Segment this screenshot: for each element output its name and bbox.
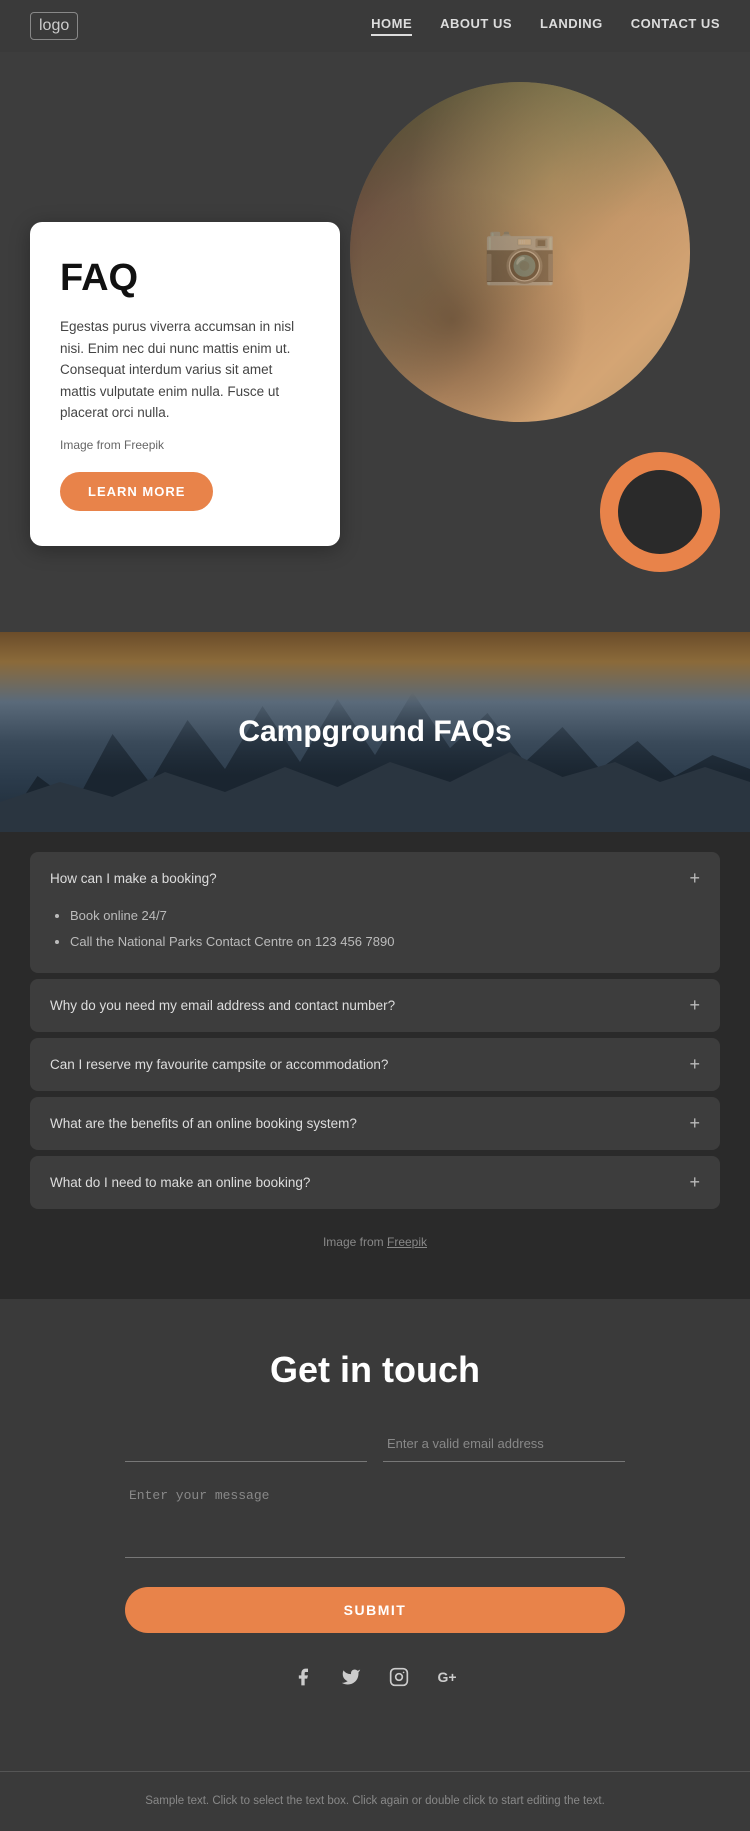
faq-question: What do I need to make an online booking… xyxy=(50,1175,310,1190)
campground-section: Campground FAQs How can I make a booking… xyxy=(0,632,750,1299)
facebook-icon[interactable] xyxy=(289,1663,317,1691)
contact-name-email-row xyxy=(125,1426,625,1462)
nav-contact[interactable]: CONTACT US xyxy=(631,16,720,36)
contact-email-input[interactable] xyxy=(383,1426,625,1462)
submit-button[interactable]: SUBMIT xyxy=(125,1587,625,1633)
campground-title: Campground FAQs xyxy=(238,715,511,749)
contact-message-input[interactable] xyxy=(125,1478,625,1558)
nav-about[interactable]: ABOUT US xyxy=(440,16,512,36)
faq-question: What are the benefits of an online booki… xyxy=(50,1116,357,1131)
faq-question: Why do you need my email address and con… xyxy=(50,998,395,1013)
faq-card-image-credit: Image from Freepik xyxy=(60,438,310,452)
faq-item: What do I need to make an online booking… xyxy=(30,1156,720,1209)
contact-section: Get in touch SUBMIT G+ xyxy=(0,1299,750,1771)
faq-card-title: FAQ xyxy=(60,257,310,300)
faq-plus-icon: + xyxy=(689,868,700,889)
faq-answer: Book online 24/7 Call the National Parks… xyxy=(30,905,720,973)
faq-list: How can I make a booking? + Book online … xyxy=(0,832,750,1299)
instagram-icon[interactable] xyxy=(385,1663,413,1691)
faq-item-header[interactable]: Can I reserve my favourite campsite or a… xyxy=(30,1038,720,1091)
faq-answer-item: Book online 24/7 xyxy=(70,905,700,927)
faq-card: FAQ Egestas purus viverra accumsan in ni… xyxy=(30,222,340,546)
campground-image-credit: Image from Freepik xyxy=(30,1215,720,1259)
faq-item-header[interactable]: What do I need to make an online booking… xyxy=(30,1156,720,1209)
faq-item-header[interactable]: How can I make a booking? + xyxy=(30,852,720,905)
freepik-link[interactable]: Freepik xyxy=(387,1235,427,1249)
contact-form: SUBMIT xyxy=(125,1426,625,1663)
faq-plus-icon: + xyxy=(689,1054,700,1075)
campground-hero-bg: Campground FAQs xyxy=(0,632,750,832)
hero-image xyxy=(350,82,690,422)
faq-question: Can I reserve my favourite campsite or a… xyxy=(50,1057,388,1072)
faq-item: Can I reserve my favourite campsite or a… xyxy=(30,1038,720,1091)
faq-answer-item: Call the National Parks Contact Centre o… xyxy=(70,931,700,953)
faq-item-header[interactable]: What are the benefits of an online booki… xyxy=(30,1097,720,1150)
orange-ring-decoration xyxy=(600,452,720,572)
faq-plus-icon: + xyxy=(689,995,700,1016)
googleplus-icon[interactable]: G+ xyxy=(433,1663,461,1691)
social-icons: G+ xyxy=(30,1663,720,1691)
faq-plus-icon: + xyxy=(689,1113,700,1134)
faq-item-header[interactable]: Why do you need my email address and con… xyxy=(30,979,720,1032)
nav-home[interactable]: HOME xyxy=(371,16,412,36)
logo: logo xyxy=(30,12,78,40)
nav-links: HOME ABOUT US LANDING CONTACT US xyxy=(371,16,720,36)
learn-more-button[interactable]: LEARN MORE xyxy=(60,472,213,511)
faq-item: How can I make a booking? + Book online … xyxy=(30,852,720,973)
contact-name-input[interactable] xyxy=(125,1426,367,1462)
navbar: logo HOME ABOUT US LANDING CONTACT US xyxy=(0,0,750,52)
footer: Sample text. Click to select the text bo… xyxy=(0,1771,750,1830)
nav-landing[interactable]: LANDING xyxy=(540,16,603,36)
footer-text: Sample text. Click to select the text bo… xyxy=(30,1792,720,1810)
twitter-icon[interactable] xyxy=(337,1663,365,1691)
faq-plus-icon: + xyxy=(689,1172,700,1193)
faq-card-text: Egestas purus viverra accumsan in nisl n… xyxy=(60,316,310,424)
faq-item: Why do you need my email address and con… xyxy=(30,979,720,1032)
faq-question: How can I make a booking? xyxy=(50,871,217,886)
contact-title: Get in touch xyxy=(30,1349,720,1391)
faq-item: What are the benefits of an online booki… xyxy=(30,1097,720,1150)
hero-section: FAQ Egestas purus viverra accumsan in ni… xyxy=(0,52,750,632)
